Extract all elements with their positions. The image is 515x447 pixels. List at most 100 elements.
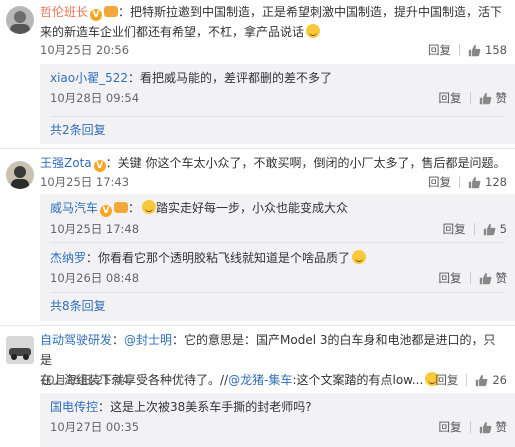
reply-actions: 回复 赞 [439, 268, 508, 288]
action-divider [459, 176, 461, 188]
verified-badge-icon: V [90, 9, 103, 21]
like-button[interactable]: 赞 [479, 88, 508, 108]
reply-text: 威马汽车 V ： 踏实走好每一步，小众也能变成大众 [50, 198, 505, 218]
like-count: 158 [485, 43, 507, 57]
reply-divider [50, 242, 505, 243]
like-count: 26 [492, 373, 507, 387]
comment-meta: 10月25日 17:43 回复 128 [40, 172, 507, 192]
thumb-up-icon [479, 92, 491, 104]
reply-button[interactable]: 回复 [439, 417, 462, 437]
comment-meta: 10月25日 21:44 回复 26 [40, 370, 507, 390]
comment-actions: 回复 158 [428, 40, 507, 60]
reply-username[interactable]: 杰纳罗 [50, 251, 86, 265]
reply-actions: 回复 赞 [439, 417, 508, 437]
reply-text: 杰纳罗：你看看它那个透明胶粘飞线就知道是个啥品质了 [50, 248, 505, 268]
comment-username[interactable]: 自动驾驶研发 [40, 333, 112, 347]
reply-time: 10月28日 09:54 [50, 91, 140, 105]
reply-text: xiao小翟_522：看把威马能的，差评都删的差不多了 [50, 68, 505, 88]
more-replies-link[interactable]: 共2条回复 [50, 120, 106, 140]
comment-username[interactable]: 王强Zota [40, 156, 92, 170]
reply-time: 10月27日 00:35 [50, 420, 140, 434]
reply-button[interactable]: 回复 [435, 370, 458, 390]
reply-button[interactable]: 回复 [439, 88, 462, 108]
reply-meta: 10月25日 17:48 回复 5 [50, 219, 507, 239]
reply-actions: 回复 5 [443, 219, 507, 239]
action-divider [459, 44, 461, 56]
reply-button[interactable]: 回复 [443, 219, 466, 239]
thumb-up-icon [479, 272, 491, 284]
comment-3: 自动驾驶研发：@封士明：它的意思是：国产Model 3的白车身和电池都是进口的，… [0, 326, 515, 447]
reply-divider [50, 116, 505, 117]
separator-text: ： [128, 201, 141, 215]
reply-time: 10月26日 08:48 [50, 271, 140, 285]
like-button[interactable]: 128 [468, 172, 507, 192]
reply-item: 威马汽车 V ： 踏实走好每一步，小众也能变成大众 10月25日 17:48 回复 5 [40, 194, 515, 240]
avatar[interactable] [6, 161, 34, 189]
verified-badge-icon: V [100, 205, 113, 217]
reply-button[interactable]: 回复 [428, 172, 451, 192]
reply-body: ：你看看它那个透明胶粘飞线就知道是个啥品质了 [86, 251, 351, 265]
thumb-up-icon [479, 421, 491, 433]
reply-box: 国电传控：这是上次被38美系车手撕的封老师吗? 10月27日 00:35 回复 … [40, 393, 515, 447]
reply-username[interactable]: 国电传控 [50, 400, 98, 414]
reply-item: xiao小翟_522：看把威马能的，差评都删的差不多了 10月28日 09:54… [40, 64, 515, 114]
reply-actions: 回复 赞 [439, 88, 508, 108]
glasses-emoji-icon [142, 200, 157, 214]
reply-meta: 10月28日 09:54 回复 赞 [50, 88, 507, 108]
reply-meta: 10月26日 08:48 回复 赞 [50, 268, 507, 288]
like-button[interactable]: 赞 [479, 417, 508, 437]
reply-username[interactable]: 威马汽车 [50, 201, 98, 215]
like-label: 赞 [495, 91, 508, 105]
comment-time: 10月25日 17:43 [40, 175, 130, 189]
mention-link[interactable]: @封士明 [124, 333, 172, 347]
reply-body: 踏实走好每一步，小众也能变成大众 [156, 201, 349, 215]
comment-username[interactable]: 哲伦班长 [40, 5, 88, 19]
action-divider [469, 421, 471, 433]
like-button[interactable]: 赞 [479, 268, 508, 288]
reply-text: 国电传控：这是上次被38美系车手撕的封老师吗? [50, 397, 505, 417]
reply-button[interactable]: 回复 [439, 268, 462, 288]
vip-badge-icon [114, 202, 129, 213]
thumb-up-icon [468, 176, 481, 188]
comment-1: 哲伦班长 V ：把特斯拉邀到中国制造，正是希望刺激中国制造，提升中国制造，活下来的新… [0, 0, 515, 148]
separator-text: ： [112, 333, 125, 347]
reply-divider [50, 292, 505, 293]
action-divider [469, 92, 471, 104]
reply-box: xiao小翟_522：看把威马能的，差评都删的差不多了 10月28日 09:54… [40, 64, 515, 144]
reply-button[interactable]: 回复 [428, 40, 451, 60]
comment-line-1: 自动驾驶研发：@封士明：它的意思是：国产Model 3的白车身和电池都是进口的，… [40, 330, 507, 370]
comment-actions: 回复 26 [435, 370, 507, 390]
thumb-up-icon [468, 44, 481, 56]
like-count: 5 [499, 222, 507, 236]
vip-badge-icon [104, 6, 119, 17]
action-divider [466, 374, 468, 386]
like-count: 128 [485, 175, 507, 189]
like-button[interactable]: 5 [483, 219, 507, 239]
reply-item: 杰纳罗：你看看它那个透明胶粘飞线就知道是个啥品质了 10月26日 08:48 回… [40, 244, 515, 290]
comment-text: 王强Zota V ：关键 你这个车太小众了，不敢买啊，倒闭的小厂太多了，售后都是问题… [40, 153, 507, 173]
comment-meta: 10月25日 20:56 回复 158 [40, 40, 507, 60]
smile-emoji-icon [306, 24, 321, 38]
thumb-up-icon [483, 223, 496, 235]
comment-actions: 回复 128 [428, 172, 507, 192]
like-label: 赞 [495, 420, 508, 434]
reply-body: ：这是上次被38美系车手撕的封老师吗? [98, 400, 312, 414]
like-button[interactable]: 158 [468, 40, 507, 60]
like-label: 赞 [495, 271, 508, 285]
reply-username[interactable]: xiao小翟_522 [50, 71, 128, 85]
avatar-image-icon [6, 336, 34, 364]
avatar[interactable] [6, 336, 34, 364]
like-button[interactable]: 26 [475, 370, 507, 390]
comment-time: 10月25日 20:56 [40, 43, 130, 57]
avatar-image-icon [6, 6, 34, 34]
reply-time: 10月25日 17:48 [50, 222, 140, 236]
thumb-up-icon [476, 374, 488, 386]
more-replies-link[interactable]: 共8条回复 [50, 296, 106, 316]
verified-badge-icon: V [93, 160, 106, 172]
comment-2: 王强Zota V ：关键 你这个车太小众了，不敢买啊，倒闭的小厂太多了，售后都是问题… [0, 149, 515, 325]
reply-item: 国电传控：这是上次被38美系车手撕的封老师吗? 10月27日 00:35 回复 … [40, 393, 515, 443]
avatar-image-icon [6, 161, 34, 189]
avatar[interactable] [6, 6, 34, 34]
reply-meta: 10月27日 00:35 回复 赞 [50, 417, 507, 437]
comment-body: ：关键 你这个车太小众了，不敢买啊，倒闭的小厂太多了，售后都是问题。 [105, 156, 506, 170]
